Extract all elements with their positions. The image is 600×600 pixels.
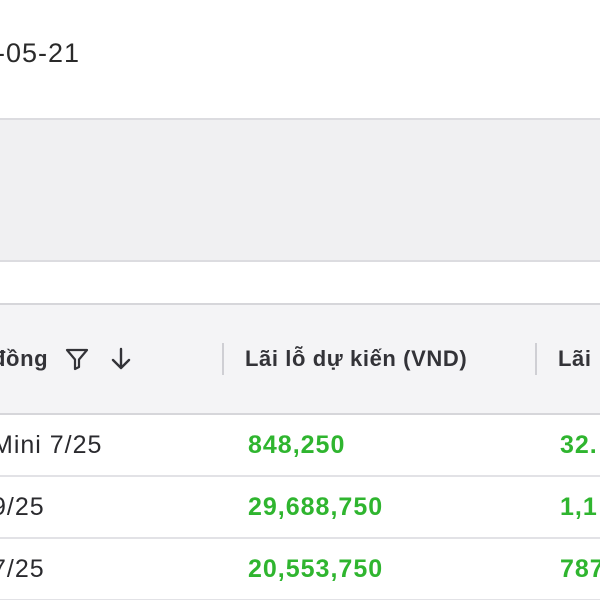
table-header: đồng Lãi lỗ dự kiến (VND) Lãi (0, 303, 600, 415)
expected-pnl-cell: 20,553,750 (248, 554, 384, 583)
column-resize-handle[interactable] (222, 343, 224, 375)
filter-icon[interactable] (60, 342, 94, 376)
contract-cell: 9/25 (0, 492, 45, 521)
positions-table: đồng Lãi lỗ dự kiến (VND) Lãi Mini 7/25 (0, 303, 600, 600)
expected-pnl-cell: 29,688,750 (248, 492, 384, 521)
table-row[interactable]: 9/25 29,688,750 1,1 (0, 477, 600, 539)
column-header-contract-label: đồng (0, 346, 49, 371)
pnl-percent-cell: 787 (560, 554, 600, 583)
column-header-pnl-percent[interactable]: Lãi (558, 305, 592, 413)
column-header-expected-pnl[interactable]: Lãi lỗ dự kiến (VND) (245, 305, 467, 413)
page: -05-21 đồng Lãi lỗ dự kiến (VND) (0, 0, 600, 600)
pnl-percent-cell: 32. (560, 430, 598, 459)
date-label: -05-21 (0, 38, 81, 68)
contract-cell: Mini 7/25 (0, 430, 103, 459)
table-row[interactable]: Mini 7/25 848,250 32. (0, 415, 600, 477)
empty-panel (0, 118, 600, 262)
expected-pnl-cell: 848,250 (248, 430, 346, 459)
pnl-percent-cell: 1,1 (560, 492, 598, 521)
column-resize-handle[interactable] (535, 343, 537, 375)
table-row[interactable]: 7/25 20,553,750 787 (0, 539, 600, 600)
contract-cell: 7/25 (0, 554, 45, 583)
sort-arrow-down-icon[interactable] (104, 342, 138, 376)
column-header-contract: đồng (0, 305, 138, 413)
